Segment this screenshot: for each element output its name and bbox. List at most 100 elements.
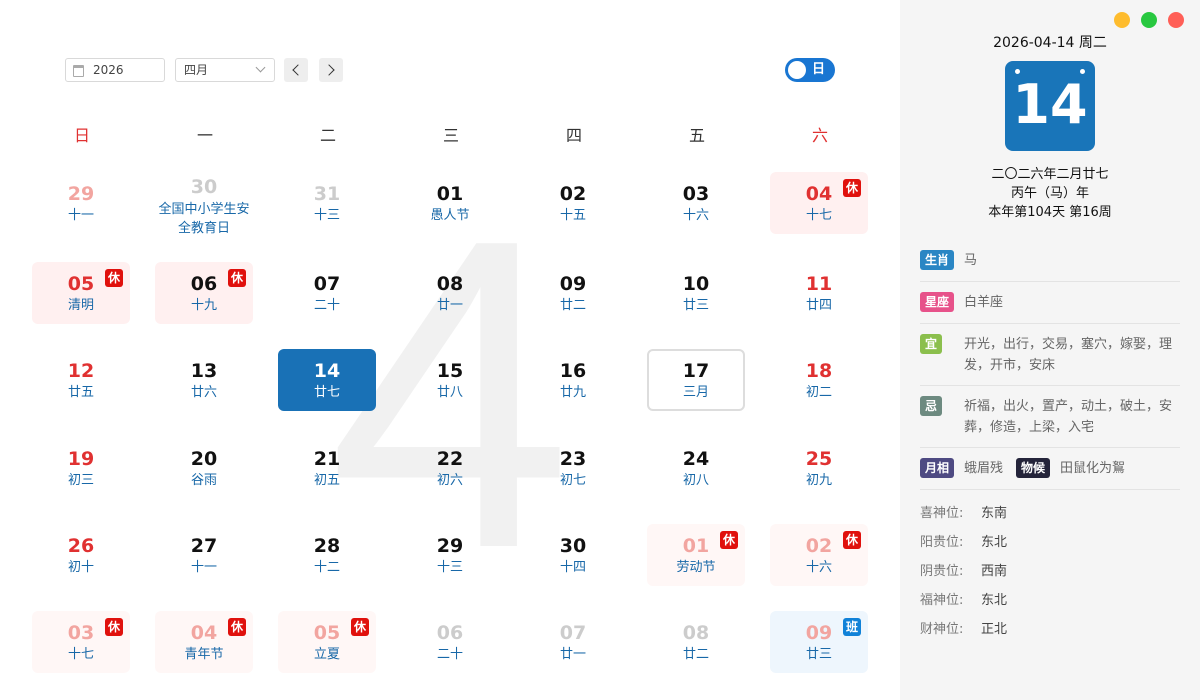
ji-value: 祈福，出火，置产，动土，破土，安葬，修造，上梁，入宅 [964, 399, 1173, 435]
day-cell[interactable]: 01 劳动节休 [647, 524, 745, 586]
weekday-label: 四 [565, 126, 582, 145]
day-cell[interactable]: 05 清明休 [32, 262, 130, 324]
day-cell[interactable]: 30 十四 [524, 524, 622, 586]
year-picker[interactable]: 2026 [65, 58, 165, 82]
weekday-label: 一 [196, 126, 213, 145]
prev-month-button[interactable] [284, 58, 308, 82]
day-number: 29 [67, 183, 95, 205]
day-lunar-label: 初十 [67, 560, 94, 575]
day-number: 30 [190, 176, 218, 198]
day-cell[interactable]: 22 初六 [401, 437, 499, 499]
day-lunar-label: 清明 [67, 298, 94, 313]
day-lunar-label: 愚人节 [430, 208, 470, 223]
day-cell[interactable]: 11 廿四 [770, 262, 868, 324]
day-number: 22 [436, 448, 464, 470]
day-lunar-label: 初八 [682, 473, 709, 488]
day-cell[interactable]: 21 初五 [278, 437, 376, 499]
day-lunar-label: 十九 [190, 298, 217, 313]
day-cell[interactable]: 29 十三 [401, 524, 499, 586]
view-toggle[interactable]: 日 [785, 58, 835, 82]
day-number: 11 [805, 273, 833, 295]
day-cell[interactable]: 01 愚人节 [401, 172, 499, 234]
day-number: 17 [682, 360, 710, 382]
maximize-button[interactable] [1141, 12, 1157, 28]
day-cell[interactable]: 07 二十 [278, 262, 376, 324]
day-number: 03 [682, 183, 710, 205]
day-lunar-label: 十四 [559, 560, 586, 575]
holiday-badge: 休 [105, 618, 123, 636]
day-lunar-label: 三月 [682, 385, 709, 400]
month-select[interactable]: 四月 [175, 58, 275, 82]
day-cell[interactable]: 04 青年节休 [155, 611, 253, 673]
day-number: 09 [559, 273, 587, 295]
day-lunar-label: 初九 [805, 473, 832, 488]
day-lunar-label: 廿二 [559, 298, 586, 313]
day-number: 30 [559, 535, 587, 557]
day-cell[interactable]: 19 初三 [32, 437, 130, 499]
holiday-badge: 休 [105, 269, 123, 287]
day-lunar-label: 廿八 [436, 385, 463, 400]
minimize-button[interactable] [1114, 12, 1130, 28]
day-cell[interactable]: 06 十九休 [155, 262, 253, 324]
phenology-tag: 物候 [1016, 458, 1051, 478]
close-button[interactable] [1168, 12, 1184, 28]
day-cell[interactable]: 04 十七休 [770, 172, 868, 234]
holiday-badge: 休 [351, 618, 369, 636]
day-cell[interactable]: 02 十五 [524, 172, 622, 234]
day-cell[interactable]: 09 廿三班 [770, 611, 868, 673]
day-cell[interactable]: 12 廿五 [32, 349, 130, 411]
day-lunar-label: 廿五 [67, 385, 94, 400]
day-cell[interactable]: 15 廿八 [401, 349, 499, 411]
day-cell[interactable]: 06 二十 [401, 611, 499, 673]
day-cell[interactable]: 05 立夏休 [278, 611, 376, 673]
day-cell[interactable]: 20 谷雨 [155, 437, 253, 499]
year-progress: 本年第104天 第16周 [988, 205, 1112, 220]
day-cell[interactable]: 02 十六休 [770, 524, 868, 586]
day-cell[interactable]: 24 初八 [647, 437, 745, 499]
day-cell[interactable]: 18 初二 [770, 349, 868, 411]
day-lunar-label: 廿四 [805, 298, 832, 313]
day-cell[interactable]: 17 三月 [647, 349, 745, 411]
view-toggle-label: 日 [812, 62, 826, 77]
day-cell[interactable]: 23 初七 [524, 437, 622, 499]
day-cell[interactable]: 28 十二 [278, 524, 376, 586]
year-value: 2026 [93, 63, 124, 77]
day-lunar-label: 十六 [805, 560, 832, 575]
position-label: 阴贵位: [920, 564, 964, 579]
day-number: 02 [559, 183, 587, 205]
day-cell[interactable]: 03 十七休 [32, 611, 130, 673]
yi-tag: 宜 [920, 334, 943, 354]
day-lunar-label: 十一 [190, 560, 217, 575]
day-cell[interactable]: 30 全国中小学生安全教育日 [155, 172, 253, 236]
day-lunar-label: 十一 [67, 208, 94, 223]
day-cell[interactable]: 13 廿六 [155, 349, 253, 411]
workday-badge: 班 [843, 618, 861, 636]
lunar-date: 二〇二六年二月廿七 [991, 167, 1109, 182]
day-cell[interactable]: 29 十一 [32, 172, 130, 234]
day-cell[interactable]: 07 廿一 [524, 611, 622, 673]
day-cell[interactable]: 03 十六 [647, 172, 745, 234]
day-lunar-label: 廿九 [559, 385, 586, 400]
day-lunar-label: 谷雨 [190, 473, 217, 488]
day-cell-today[interactable]: 14 廿七 [278, 349, 376, 411]
day-cell[interactable]: 31 十三 [278, 172, 376, 234]
day-cell[interactable]: 27 十一 [155, 524, 253, 586]
day-cell[interactable]: 09 廿二 [524, 262, 622, 324]
weekday-label: 日 [73, 126, 90, 145]
deity-position-row: 福神位: 东北 [920, 589, 1007, 608]
phenology-value: 田鼠化为鴽 [1060, 461, 1126, 476]
constellation-row: 星座 白羊座 [920, 292, 1180, 324]
day-lunar-label: 十五 [559, 208, 586, 223]
day-cell[interactable]: 08 廿一 [401, 262, 499, 324]
day-lunar-label: 十二 [313, 560, 340, 575]
zodiac-tag: 生肖 [920, 250, 955, 270]
day-cell[interactable]: 10 廿三 [647, 262, 745, 324]
day-cell[interactable]: 26 初十 [32, 524, 130, 586]
next-month-button[interactable] [319, 58, 343, 82]
day-cell[interactable]: 16 廿九 [524, 349, 622, 411]
day-cell[interactable]: 08 廿二 [647, 611, 745, 673]
day-cell[interactable]: 25 初九 [770, 437, 868, 499]
day-number: 23 [559, 448, 587, 470]
deity-position-row: 阳贵位: 东北 [920, 531, 1007, 550]
big-day-number: 14 [1012, 73, 1088, 136]
